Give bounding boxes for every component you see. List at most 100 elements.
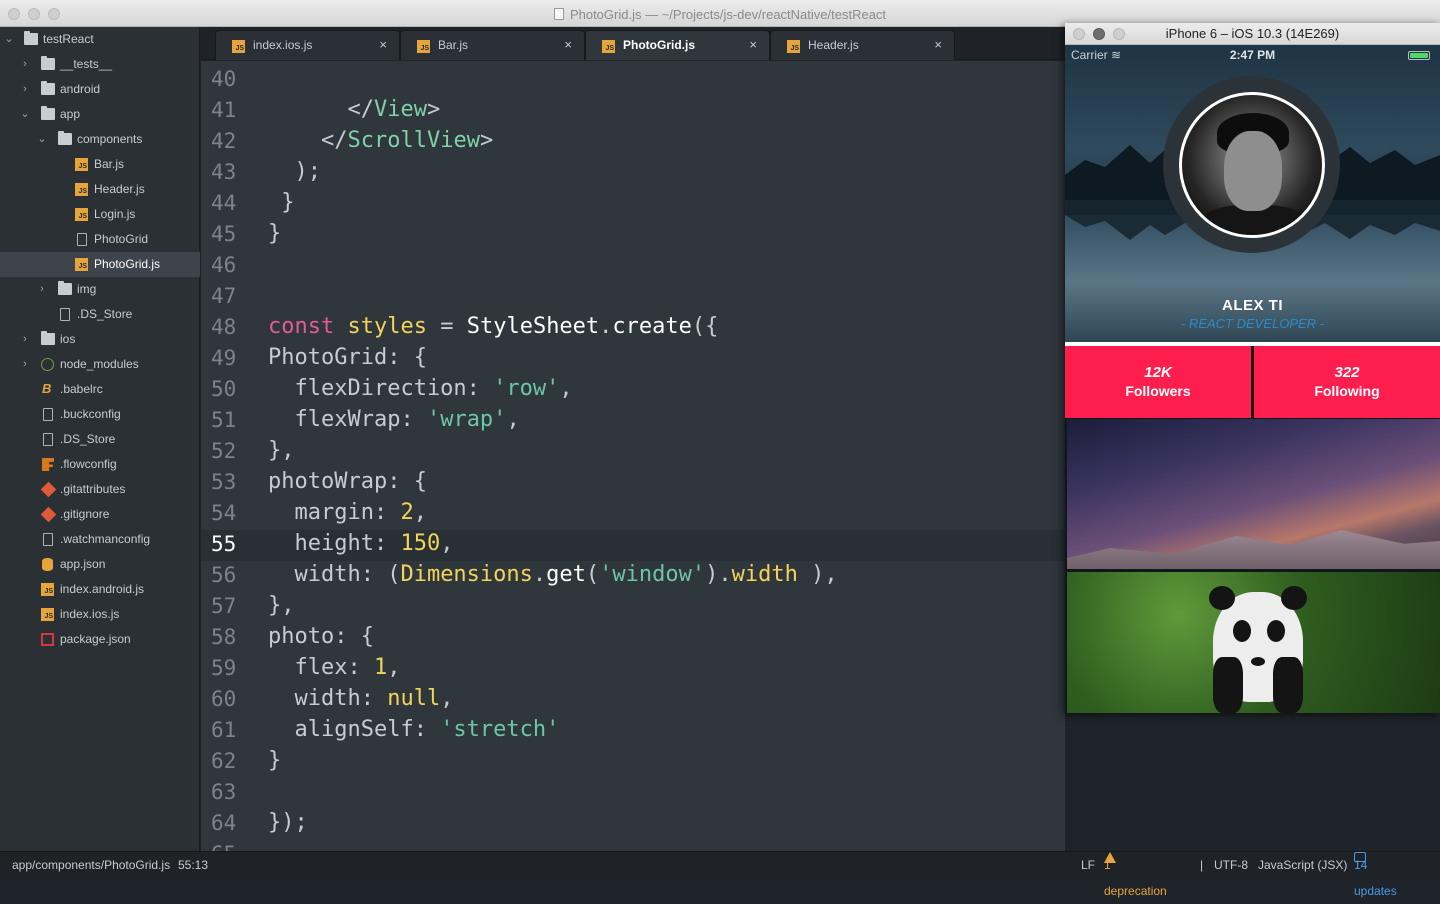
line-number: 58 [211,625,237,649]
line-number: 52 [211,439,237,463]
code-line: PhotoGrid: { [268,345,427,370]
tree-item-ios[interactable]: › ios [0,327,200,352]
encoding[interactable]: UTF-8 [1214,852,1248,878]
tree-item-bar-js[interactable]: JS Bar.js [0,152,200,177]
js-file-icon: JS [41,583,54,596]
database-icon [42,558,53,571]
code-line: } [268,748,282,773]
close-tab-icon[interactable]: × [934,31,942,59]
tree-item-ds-store-root[interactable]: .DS_Store [0,427,200,452]
code-line: } [268,221,282,246]
chevron-right-icon[interactable]: › [20,352,30,377]
line-number: 64 [211,811,237,835]
js-file-icon: JS [75,183,88,196]
line-number-current: 55 [211,532,237,556]
tree-item-babelrc[interactable]: B .babelrc [0,377,200,402]
git-icon [40,506,57,523]
chevron-right-icon[interactable]: › [20,52,30,77]
following-stat[interactable]: 322 Following [1254,346,1440,418]
cursor-position[interactable]: 55:13 [178,852,208,878]
js-file-icon: JS [75,208,88,221]
line-number: 48 [211,315,237,339]
tree-item-gitignore[interactable]: .gitignore [0,502,200,527]
profile-role: - REACT DEVELOPER - [1180,316,1325,331]
avatar[interactable] [1179,92,1325,238]
editor-tab-bar: JS index.ios.js × JS Bar.js × JS PhotoGr… [201,27,1065,60]
tab-bar-js[interactable]: JS Bar.js × [400,30,585,60]
line-number: 63 [211,780,237,804]
tree-item-img[interactable]: › img [0,277,200,302]
chevron-right-icon[interactable]: › [20,77,30,102]
file-icon [43,433,53,446]
tree-item-app-json[interactable]: app.json [0,552,200,577]
code-line: </ScrollView> [268,128,494,153]
battery-icon [1408,51,1430,60]
file-path[interactable]: app/components/PhotoGrid.js [12,852,170,878]
tab-index-ios-js[interactable]: JS index.ios.js × [215,30,400,60]
close-tab-icon[interactable]: × [379,31,387,59]
document-icon [553,8,564,20]
line-number: 40 [211,67,237,91]
js-file-icon: JS [787,40,800,53]
minimize-window-button[interactable] [1093,28,1105,40]
code-line: const styles = StyleSheet.create({ [268,314,719,339]
tree-item-gitattributes[interactable]: .gitattributes [0,477,200,502]
folder-icon [41,56,55,70]
tree-item-photogrid-js[interactable]: JS PhotoGrid.js [0,252,200,277]
tree-item-ds-store-app[interactable]: .DS_Store [0,302,200,327]
line-ending[interactable]: LF [1081,852,1095,878]
tree-item-index-ios-js[interactable]: JS index.ios.js [0,602,200,627]
code-line: ); [268,159,321,184]
simulator-title-bar: iPhone 6 – iOS 10.3 (14E269) [1065,23,1440,45]
flow-icon [42,458,54,471]
file-icon [60,308,70,321]
profile-name: ALEX TI [1221,297,1283,314]
close-tab-icon[interactable]: × [564,31,572,59]
phone-screen[interactable]: Carrier ≋ 2:47 PM ALEX TI - REACT DEVELO… [1065,45,1440,713]
tab-photogrid-js[interactable]: JS PhotoGrid.js × [585,30,770,60]
code-editor[interactable]: 40 41 42 43 44 45 46 47 48 49 50 51 52 5… [201,61,1065,851]
chevron-down-icon[interactable]: ⌄ [37,127,47,152]
close-window-button[interactable] [1073,28,1085,40]
tree-item-package-json[interactable]: package.json [0,627,200,652]
status-bar: app/components/PhotoGrid.js 55:13 LF 1 d… [0,851,1440,898]
line-number: 42 [211,129,237,153]
tree-item-android[interactable]: › android [0,77,200,102]
code-line: flexWrap: 'wrap', [268,407,520,432]
tree-item-index-android-js[interactable]: JS index.android.js [0,577,200,602]
tree-item-photogrid[interactable]: PhotoGrid [0,227,200,252]
chevron-right-icon[interactable]: › [20,327,30,352]
chevron-down-icon[interactable]: ⌄ [4,27,14,52]
tree-item-app[interactable]: ⌄ app [0,102,200,127]
photo-night-sky[interactable] [1067,419,1440,569]
tree-item-node-modules[interactable]: › node_modules [0,352,200,377]
line-number: 47 [211,284,237,308]
tab-header-js[interactable]: JS Header.js × [770,30,955,60]
tree-item-testreact[interactable]: ⌄ testReact [0,27,200,52]
tree-item-flowconfig[interactable]: .flowconfig [0,452,200,477]
zoom-window-button[interactable] [1113,28,1125,40]
line-number: 44 [211,191,237,215]
code-line: alignSelf: 'stretch' [268,717,560,742]
profile-header: Carrier ≋ 2:47 PM ALEX TI - REACT DEVELO… [1065,45,1440,342]
line-number: 62 [211,749,237,773]
line-number: 56 [211,563,237,587]
tree-item-buckconfig[interactable]: .buckconfig [0,402,200,427]
photo-panda[interactable] [1067,572,1440,713]
tree-item-login-js[interactable]: JS Login.js [0,202,200,227]
line-number: 41 [211,98,237,122]
chevron-right-icon[interactable]: › [37,277,47,302]
tree-item-tests[interactable]: › __tests__ [0,52,200,77]
chevron-down-icon[interactable]: ⌄ [20,102,30,127]
followers-stat[interactable]: 12K Followers [1065,346,1251,418]
tree-item-header-js[interactable]: JS Header.js [0,177,200,202]
js-file-icon: JS [41,608,54,621]
js-file-icon: JS [75,158,88,171]
grammar[interactable]: JavaScript (JSX) [1258,852,1347,878]
code-line: }); [268,810,308,835]
code-line: width: (Dimensions.get('window').width )… [268,562,838,587]
close-tab-icon[interactable]: × [749,31,757,59]
tree-item-components[interactable]: ⌄ components [0,127,200,152]
tree-item-watchmanconfig[interactable]: .watchmanconfig [0,527,200,552]
file-icon [43,408,53,421]
